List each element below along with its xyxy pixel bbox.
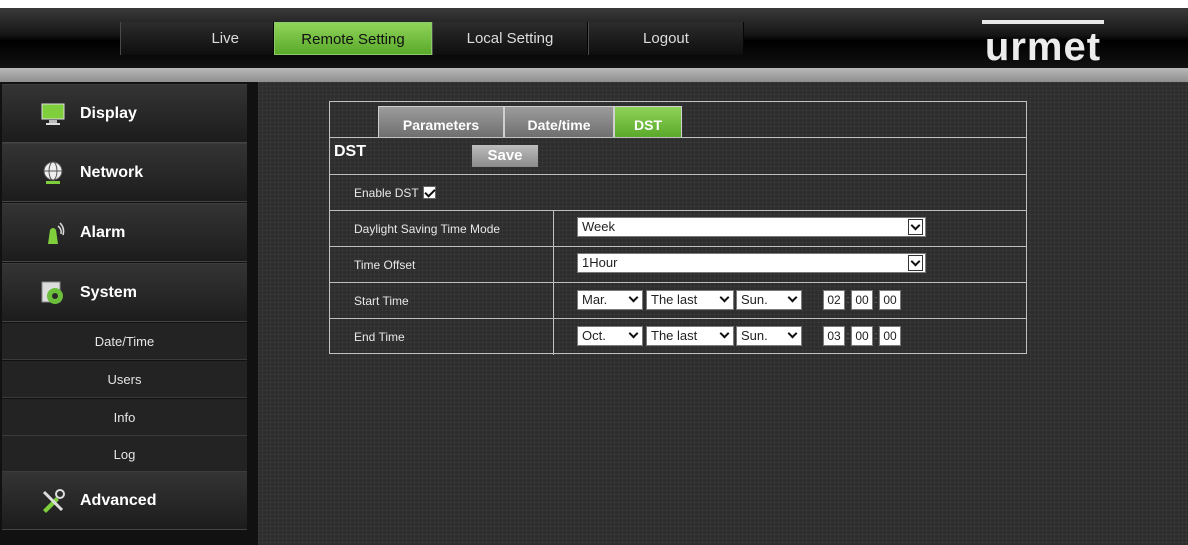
sidebar-label-display: Display	[80, 104, 137, 122]
sidebar-label-alarm: Alarm	[80, 223, 126, 241]
sidebar-item-network[interactable]: Network	[2, 143, 247, 202]
start-month-value: Mar.	[582, 292, 608, 307]
enable-dst-row: Enable DST	[330, 175, 1026, 211]
enable-dst-label-wrap: Enable DST	[354, 186, 436, 200]
enable-dst-label: Enable DST	[354, 186, 419, 200]
start-day-select[interactable]: Sun.	[736, 290, 802, 310]
svg-text:urmet: urmet	[985, 25, 1101, 64]
end-hour-input[interactable]: 03	[823, 326, 845, 346]
chevron-down-icon	[718, 292, 731, 308]
end-minute-input[interactable]: 00	[851, 326, 873, 346]
start-time-input: 02 : 00 : 00	[823, 290, 901, 310]
column-divider	[553, 319, 554, 355]
start-time-label: Start Time	[354, 294, 409, 308]
sidebar-label-network: Network	[80, 163, 144, 181]
dst-header: DST Save	[330, 137, 1026, 175]
header-separator	[0, 68, 1188, 82]
end-month-select[interactable]: Oct.	[577, 326, 643, 346]
chevron-down-icon	[786, 328, 799, 344]
chevron-down-icon	[908, 219, 923, 235]
column-divider	[553, 211, 554, 246]
chevron-down-icon	[786, 292, 799, 308]
dst-panel: Parameters Date/time DST DST Save Enable…	[329, 101, 1027, 355]
nav-remote-setting[interactable]: Remote Setting	[274, 22, 432, 55]
page-title: DST	[334, 143, 366, 160]
sidebar-item-system[interactable]: System	[2, 263, 247, 322]
start-minute-input[interactable]: 00	[851, 290, 873, 310]
start-time-row: Start Time Mar. The last Sun. 02 : 00 : …	[330, 283, 1026, 319]
start-week-select[interactable]: The last	[646, 290, 734, 310]
chevron-down-icon	[627, 328, 640, 344]
end-time-label: End Time	[354, 330, 405, 344]
column-divider	[553, 283, 554, 318]
top-nav: Live Remote Setting Local Setting Logout	[120, 22, 744, 55]
dst-mode-label: Daylight Saving Time Mode	[354, 222, 501, 236]
end-week-value: The last	[651, 328, 698, 343]
start-week-value: The last	[651, 292, 698, 307]
tab-dst[interactable]: DST	[614, 106, 682, 137]
nav-logout[interactable]: Logout	[588, 22, 744, 55]
tab-datetime[interactable]: Date/time	[504, 106, 614, 137]
sidebar-item-display[interactable]: Display	[2, 84, 247, 143]
sidebar-subitem-users[interactable]: Users	[2, 361, 247, 398]
start-month-select[interactable]: Mar.	[577, 290, 643, 310]
main-content: Parameters Date/time DST DST Save Enable…	[258, 82, 1188, 545]
time-offset-value: 1Hour	[582, 255, 618, 270]
alarm-icon	[48, 221, 65, 244]
sidebar-subitem-info[interactable]: Info	[2, 399, 247, 436]
system-icon	[41, 281, 63, 304]
time-offset-label: Time Offset	[354, 258, 416, 272]
start-day-value: Sun.	[741, 292, 768, 307]
end-month-value: Oct.	[582, 328, 606, 343]
save-button[interactable]: Save	[472, 145, 538, 167]
end-day-select[interactable]: Sun.	[736, 326, 802, 346]
tab-parameters[interactable]: Parameters	[378, 106, 504, 137]
sidebar-item-alarm[interactable]: Alarm	[2, 203, 247, 262]
tools-icon	[42, 488, 65, 513]
end-second-input[interactable]: 00	[879, 326, 901, 346]
column-divider	[553, 247, 554, 282]
time-offset-row: Time Offset 1Hour	[330, 247, 1026, 283]
sidebar-label-advanced: Advanced	[80, 491, 157, 509]
enable-dst-checkbox[interactable]	[422, 186, 436, 199]
end-day-value: Sun.	[741, 328, 768, 343]
chevron-down-icon	[627, 292, 640, 308]
chevron-down-icon	[908, 255, 923, 271]
top-nav-bar: Live Remote Setting Local Setting Logout…	[0, 8, 1188, 68]
globe-icon	[43, 161, 63, 184]
dst-mode-select[interactable]: Week	[577, 217, 926, 237]
end-time-input: 03 : 00 : 00	[823, 326, 901, 346]
dst-mode-value: Week	[582, 219, 615, 234]
urmet-logo: urmet	[982, 20, 1104, 64]
monitor-icon	[41, 103, 65, 125]
nav-local-setting[interactable]: Local Setting	[432, 22, 588, 55]
start-second-input[interactable]: 00	[879, 290, 901, 310]
end-week-select[interactable]: The last	[646, 326, 734, 346]
time-offset-select[interactable]: 1Hour	[577, 253, 926, 273]
settings-tabs: Parameters Date/time DST	[378, 106, 682, 137]
sidebar-label-system: System	[80, 283, 137, 301]
sidebar: Display Network Alarm System Date/Time U…	[0, 82, 258, 545]
sidebar-subitem-log[interactable]: Log	[2, 436, 247, 473]
dst-mode-row: Daylight Saving Time Mode Week	[330, 211, 1026, 247]
end-time-row: End Time Oct. The last Sun. 03 : 00 : 00	[330, 319, 1026, 355]
chevron-down-icon	[718, 328, 731, 344]
sidebar-subitem-datetime[interactable]: Date/Time	[2, 323, 247, 360]
start-hour-input[interactable]: 02	[823, 290, 845, 310]
sidebar-item-advanced[interactable]: Advanced	[2, 471, 247, 530]
nav-live[interactable]: Live	[120, 22, 274, 55]
